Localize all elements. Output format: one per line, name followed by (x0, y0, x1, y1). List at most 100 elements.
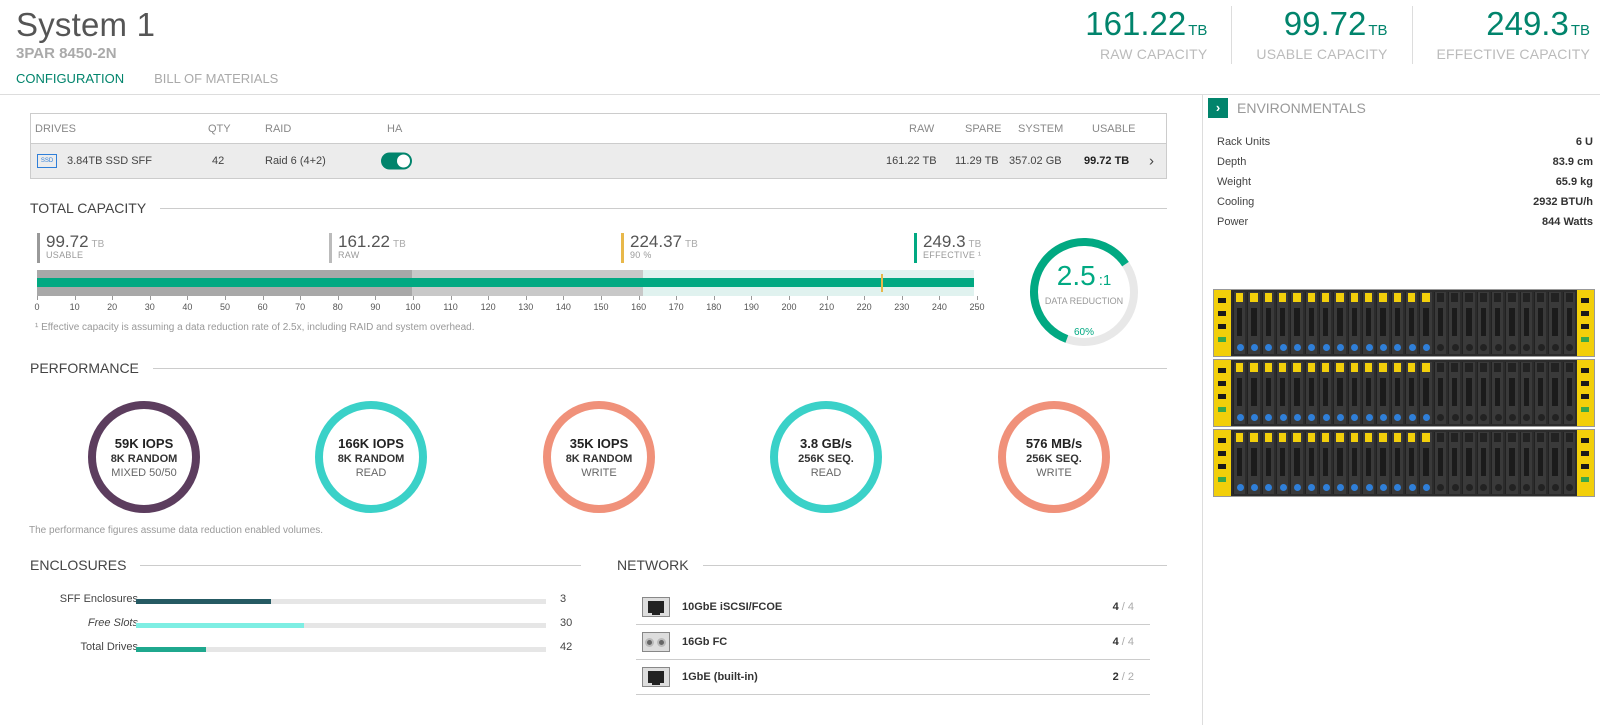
drive-bay-filled (1361, 292, 1375, 354)
axis-tick-mark (901, 296, 903, 300)
drive-bay-filled (1290, 362, 1303, 424)
col-ha: HA (387, 122, 403, 135)
drive-bay-empty (1505, 292, 1518, 354)
drive-bay-empty (1433, 292, 1446, 354)
axis-tick-mark (713, 296, 715, 300)
ha-toggle[interactable] (381, 152, 412, 170)
network-ports: 2 / 2 (1113, 671, 1134, 683)
axis-tick-label: 140 (555, 302, 571, 312)
drive-bay-empty (1548, 362, 1561, 424)
col-raw: RAW (909, 122, 935, 135)
usable-capacity-value: 99.72 (1283, 5, 1367, 42)
section-divider (152, 367, 1167, 369)
axis-tick-mark (676, 296, 678, 300)
drive-bay-filled (1261, 292, 1274, 354)
env-value: 6 U (1575, 136, 1593, 148)
axis-tick-mark (337, 296, 339, 300)
capacity-bar (37, 270, 977, 296)
drive-bay-filled (1233, 432, 1246, 494)
axis-tick-mark (413, 296, 414, 300)
perf-read-iops: 166K IOPS 8K RANDOM READ (315, 401, 427, 513)
drive-bay-empty (1533, 362, 1547, 424)
usable-marker: 99.72 TB USABLE (37, 233, 104, 263)
drive-enclosure (1213, 359, 1595, 427)
drive-bay-empty (1505, 362, 1518, 424)
raw-marker-value: 161.22 (338, 232, 390, 251)
drive-bay-empty (1548, 292, 1561, 354)
drive-bay-filled (1304, 362, 1317, 424)
perf-mode: WRITE (581, 466, 617, 479)
environmentals-header: › ENVIRONMENTALS (1208, 98, 1366, 118)
network-ports-used: 2 (1112, 671, 1119, 683)
drive-bay-filled (1419, 432, 1432, 494)
env-label: Depth (1217, 156, 1247, 168)
effective-marker-unit: TB (968, 239, 982, 250)
drive-bay-empty (1476, 432, 1489, 494)
perf-workload: 256K SEQ. (1026, 452, 1082, 465)
network-name: 10GbE iSCSI/FCOE (682, 601, 783, 613)
effective-capacity-value: 249.3 (1486, 5, 1569, 42)
gauge-label: DATA REDUCTION (1045, 296, 1123, 306)
env-label: Rack Units (1217, 136, 1271, 148)
axis-tick-label: 240 (931, 302, 947, 312)
perf-workload: 8K RANDOM (337, 452, 405, 465)
drive-bay-empty (1505, 432, 1518, 494)
perf-workload: 8K RANDOM (565, 452, 633, 465)
drive-bay-filled (1390, 362, 1403, 424)
gauge-ratio-value: 2.5 (1057, 260, 1096, 291)
drive-row[interactable]: SSD 3.84TB SSD SFF 42 Raid 6 (4+2) 161.2… (31, 143, 1166, 178)
drive-bay-filled (1404, 432, 1418, 494)
drive-bay-filled (1376, 432, 1389, 494)
axis-tick-label: 70 (295, 302, 306, 312)
threshold-marker: 224.37 TB 90 % (621, 233, 698, 263)
fibre-channel-port-icon (642, 632, 670, 652)
axis-tick-label: 220 (856, 302, 872, 312)
ssd-icon: SSD (37, 154, 57, 168)
drive-enclosure (1213, 289, 1595, 357)
drive-bay-empty (1562, 292, 1575, 354)
enclosure-ear (1214, 360, 1231, 426)
environmentals-title: ENVIRONMENTALS (1237, 100, 1366, 116)
env-row-depth: Depth 83.9 cm (1217, 156, 1593, 176)
network-row-10gbe[interactable]: 10GbE iSCSI/FCOE 4 / 4 (636, 590, 1150, 625)
tab-bill-of-materials[interactable]: BILL OF MATERIALS (154, 71, 278, 86)
perf-write-throughput: 576 MB/s 256K SEQ. WRITE (998, 401, 1110, 513)
axis-tick-mark (525, 296, 527, 300)
storage-array-image (1213, 289, 1595, 497)
axis-tick-label: 120 (480, 302, 496, 312)
raw-marker-unit: TB (393, 239, 406, 250)
drive-bay-filled (1233, 362, 1246, 424)
perf-mode: READ (355, 466, 387, 479)
performance-heading: PERFORMANCE (30, 360, 1167, 376)
axis-tick-label: 150 (593, 302, 609, 312)
drive-bay-filled (1247, 432, 1260, 494)
axis-tick-label: 180 (706, 302, 722, 312)
ethernet-port-icon (642, 597, 670, 617)
drive-bay-filled (1290, 432, 1303, 494)
env-value: 65.9 kg (1555, 176, 1593, 188)
axis-tick-label: 60 (257, 302, 268, 312)
drive-bay-empty (1519, 292, 1532, 354)
tab-configuration[interactable]: CONFIGURATION (16, 71, 124, 86)
raw-capacity-metric: 161.22 TB RAW CAPACITY (1061, 6, 1207, 64)
chevron-right-icon[interactable]: › (1149, 153, 1154, 170)
col-qty: QTY (208, 122, 231, 135)
raw-marker: 161.22 TB RAW (329, 233, 406, 263)
network-row-1gbe[interactable]: 1GbE (built-in) 2 / 2 (636, 660, 1150, 695)
axis-tick-mark (300, 296, 302, 300)
expand-panel-button[interactable]: › (1208, 98, 1228, 118)
usable-capacity-metric: 99.72 TB USABLE CAPACITY (1231, 5, 1388, 64)
network-name: 16Gb FC (682, 636, 728, 648)
drive-bay-filled (1376, 362, 1389, 424)
network-ports-used: 4 (1112, 636, 1119, 648)
threshold-marker-value: 224.37 (630, 232, 682, 251)
effective-capacity-label: EFFECTIVE CAPACITY (1436, 46, 1590, 62)
drive-bay-filled (1333, 432, 1346, 494)
drive-raw: 161.22 TB (886, 155, 937, 167)
enclosure-row-total-drives: Total Drives 42 (30, 641, 573, 657)
network-row-16gb-fc[interactable]: 16Gb FC 4 / 4 (636, 625, 1150, 660)
enclosure-ear (1214, 290, 1231, 356)
col-system: SYSTEM (1018, 122, 1064, 135)
enclosure-bar-fill (136, 647, 206, 652)
drive-bay-empty (1476, 362, 1489, 424)
